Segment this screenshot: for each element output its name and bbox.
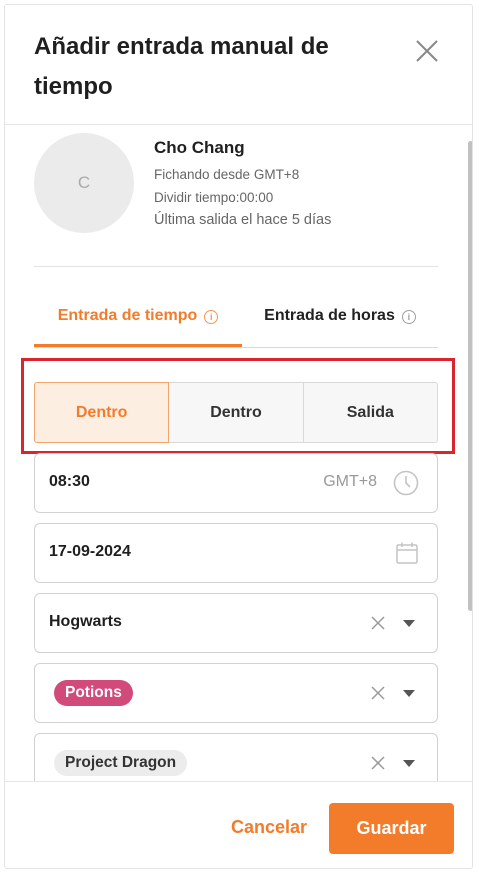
dialog-title: Añadir entrada manual de tiempo [34, 33, 329, 100]
info-icon[interactable]: i [401, 310, 416, 324]
scrollbar[interactable] [468, 141, 472, 611]
split-time-text: Dividir tiempo:00:00 [154, 190, 274, 205]
timezone-label: GMT+8 [323, 473, 377, 490]
last-out-text: Última salida el hace 5 días [154, 212, 332, 228]
avatar: C [34, 133, 134, 233]
location-select[interactable]: Hogwarts [34, 593, 438, 653]
manual-time-entry-dialog: Añadir entrada manual de tiempo C Cho Ch… [4, 4, 473, 869]
dialog-footer: Cancelar Guardar [5, 781, 472, 868]
location-value: Hogwarts [49, 613, 122, 630]
tab-time-entry[interactable]: Entrada de tiempo i [34, 294, 242, 348]
cancel-button[interactable]: Cancelar [219, 806, 319, 848]
date-field[interactable]: 17-09-2024 [34, 523, 438, 583]
save-button[interactable]: Guardar [329, 803, 454, 854]
divider [34, 266, 438, 267]
dialog-body: C Cho Chang Fichando desde GMT+8 Dividir… [5, 126, 472, 781]
activity-select[interactable]: Potions [34, 663, 438, 723]
clear-icon[interactable] [371, 616, 385, 630]
project-tag: Project Dragon [54, 750, 188, 776]
tab-label: Entrada de horas [264, 307, 395, 324]
clear-icon[interactable] [371, 686, 385, 700]
entry-type-selector: Dentro Dentro Salida [34, 382, 438, 443]
tab-label: Entrada de tiempo [57, 307, 198, 324]
info-icon[interactable]: i [204, 310, 219, 324]
time-value: 08:30 [49, 473, 90, 490]
chevron-down-icon[interactable] [403, 620, 415, 627]
user-name: Cho Chang [154, 138, 245, 157]
activity-tag: Potions [54, 680, 133, 706]
active-tab-indicator [34, 344, 242, 347]
date-value: 17-09-2024 [49, 543, 131, 560]
entry-type-out-button[interactable]: Salida [303, 382, 438, 443]
entry-type-in-button[interactable]: Dentro [34, 382, 170, 443]
chevron-down-icon[interactable] [403, 760, 415, 767]
calendar-icon[interactable] [395, 541, 419, 565]
project-select[interactable]: Project Dragon [34, 733, 438, 781]
clock-icon[interactable] [393, 470, 419, 496]
clocking-since-text: Fichando desde GMT+8 [154, 167, 300, 182]
entry-tabs: Entrada de tiempo i Entrada de horas i [34, 294, 438, 348]
clear-icon[interactable] [371, 756, 385, 770]
entry-type-in-button-2[interactable]: Dentro [169, 382, 304, 443]
time-field[interactable]: 08:30 GMT+8 [34, 453, 438, 513]
dialog-header: Añadir entrada manual de tiempo [5, 5, 472, 125]
chevron-down-icon[interactable] [403, 690, 415, 697]
tab-hours-entry[interactable]: Entrada de horas i [242, 294, 438, 348]
close-icon[interactable] [415, 39, 439, 63]
